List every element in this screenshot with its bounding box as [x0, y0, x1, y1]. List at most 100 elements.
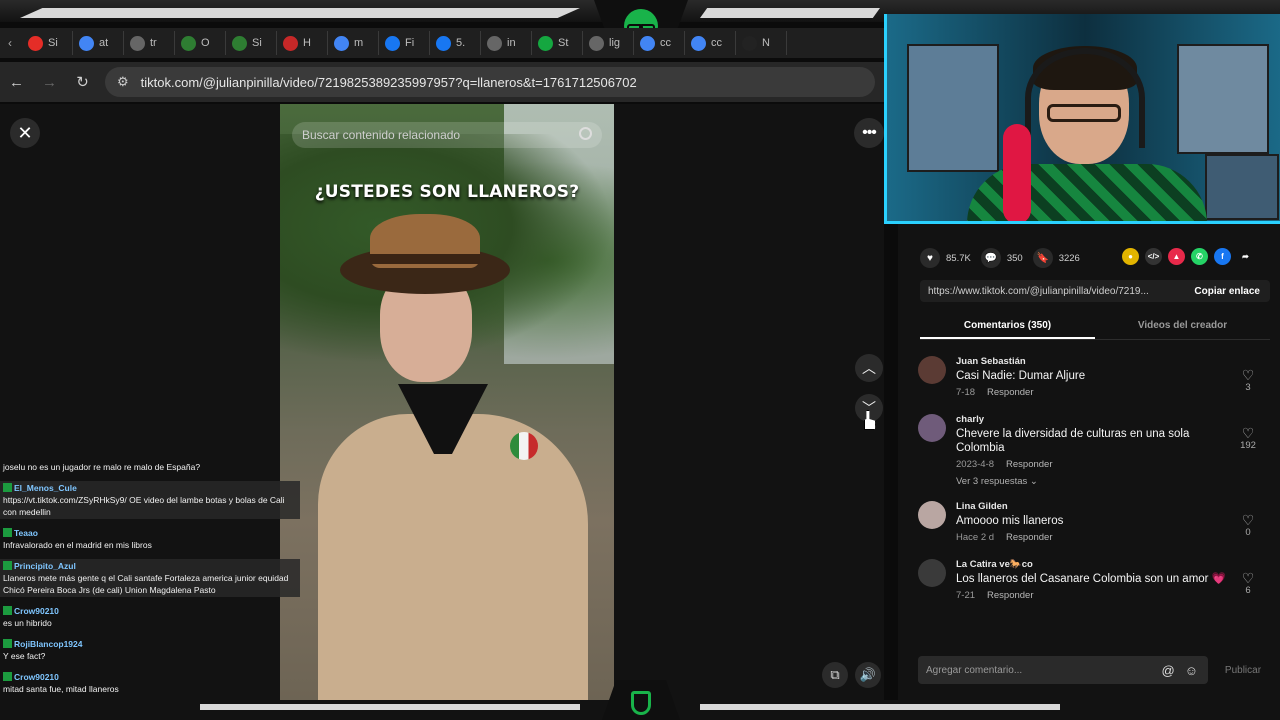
- mention-icon[interactable]: @: [1162, 663, 1175, 678]
- avatar[interactable]: [918, 356, 946, 384]
- emoji-icon[interactable]: ☺: [1185, 663, 1198, 678]
- comment-like-button[interactable]: ♡ 192: [1236, 426, 1260, 451]
- poster: [1205, 154, 1279, 220]
- site-settings-icon[interactable]: ⚙: [117, 74, 129, 90]
- send-icon[interactable]: ▲: [1168, 248, 1185, 265]
- tab-comments[interactable]: Comentarios (350): [920, 314, 1095, 339]
- chat-username-text: Principito_Azul: [14, 561, 76, 571]
- browser-tab[interactable]: O: [175, 31, 226, 55]
- more-options-button[interactable]: •••: [854, 118, 884, 148]
- publish-button[interactable]: Publicar: [1218, 656, 1268, 684]
- chat-username-text: Crow90210: [14, 672, 59, 682]
- video-link-url[interactable]: https://www.tiktok.com/@julianpinilla/vi…: [928, 286, 1149, 297]
- related-search-input[interactable]: Buscar contenido relacionado: [292, 122, 602, 148]
- search-icon[interactable]: [579, 127, 592, 140]
- save-count: 3226: [1058, 252, 1080, 264]
- google-icon: [334, 35, 349, 51]
- reply-button[interactable]: Responder: [987, 387, 1033, 398]
- reply-button[interactable]: Responder: [1006, 532, 1052, 543]
- comment-date: 2023-4-8: [956, 459, 995, 470]
- browser-tab[interactable]: St: [532, 31, 583, 55]
- reply-button[interactable]: Responder: [1006, 459, 1052, 470]
- globe-icon: [130, 35, 145, 51]
- add-comment-placeholder: Agregar comentario...: [926, 664, 1023, 676]
- chat-username[interactable]: Crow90210: [3, 671, 297, 683]
- tab-scroll-left-icon[interactable]: ‹: [8, 36, 22, 50]
- comment-like-button[interactable]: ♡ 3: [1236, 368, 1260, 393]
- chat-username[interactable]: Crow90210: [3, 605, 297, 617]
- chat-username[interactable]: El_Menos_Cule: [3, 482, 297, 494]
- coin-icon[interactable]: ●: [1122, 248, 1139, 265]
- chat-username-text: El_Menos_Cule: [14, 483, 77, 493]
- chat-text: Llaneros mete más gente q el Cali santaf…: [3, 573, 289, 595]
- comment-author[interactable]: La Catira ve🐎co: [956, 559, 1268, 570]
- comment-item: charly Chevere la diversidad de culturas …: [918, 414, 1268, 487]
- reply-button[interactable]: Responder: [987, 590, 1033, 601]
- chat-username[interactable]: Teaao: [3, 527, 297, 539]
- browser-tab[interactable]: in: [481, 31, 532, 55]
- video-person: [318, 214, 588, 700]
- previous-video-button[interactable]: ︿: [855, 354, 883, 382]
- stream-chat: joselu no es un jugador re malo re malo …: [0, 460, 300, 694]
- embed-icon[interactable]: </>: [1145, 248, 1162, 265]
- browser-tab[interactable]: lig: [583, 31, 634, 55]
- comment-like-button[interactable]: ♡ 0: [1236, 513, 1260, 538]
- browser-tab[interactable]: tr: [124, 31, 175, 55]
- fr-icon: [181, 35, 196, 51]
- browser-tab-label: Si: [252, 37, 262, 49]
- comment-like-button[interactable]: ♡ 6: [1236, 571, 1260, 596]
- pip-button[interactable]: ⧉: [822, 662, 848, 688]
- like-action[interactable]: ♥ 85.7K: [920, 248, 971, 268]
- browser-tab[interactable]: H: [277, 31, 328, 55]
- chat-username[interactable]: Principito_Azul: [3, 560, 297, 572]
- tab-creator-videos[interactable]: Videos del creador: [1095, 314, 1270, 339]
- view-replies-button[interactable]: Ver 3 respuestas ⌄: [956, 476, 1268, 487]
- forward-icon[interactable]: ➦: [1237, 248, 1254, 265]
- comment-author[interactable]: Juan Sebastián: [956, 356, 1268, 367]
- speaker-icon: 🔊: [859, 667, 877, 682]
- share-icons: ● </> ▲ ✆ f ➦: [1122, 248, 1254, 265]
- back-arrow-icon[interactable]: ←: [0, 74, 33, 91]
- address-bar[interactable]: ⚙ tiktok.com/@julianpinilla/video/721982…: [105, 67, 875, 97]
- address-url: tiktok.com/@julianpinilla/video/72198253…: [140, 74, 637, 90]
- heart-icon: ♡: [1241, 425, 1255, 441]
- browser-tab[interactable]: Si: [22, 31, 73, 55]
- forward-arrow-icon[interactable]: →: [33, 74, 66, 91]
- browser-tab[interactable]: Fi: [379, 31, 430, 55]
- close-video-button[interactable]: ✕: [10, 118, 40, 148]
- avatar[interactable]: [918, 414, 946, 442]
- video-player[interactable]: ¿USTEDES SON LLANEROS?: [280, 104, 614, 700]
- browser-tab[interactable]: m: [328, 31, 379, 55]
- like-count: 85.7K: [946, 252, 971, 264]
- copy-link-button[interactable]: Copiar enlace: [1194, 286, 1260, 297]
- comment-author[interactable]: Lina Gilden: [956, 501, 1268, 512]
- browser-tab-label: at: [99, 37, 109, 49]
- browser-tab[interactable]: Si: [226, 31, 277, 55]
- chat-username[interactable]: RojiBlancop1924: [3, 638, 297, 650]
- chevron-up-icon: ︿: [862, 360, 876, 376]
- reload-icon[interactable]: ↻: [66, 73, 99, 91]
- browser-tab[interactable]: at: [73, 31, 124, 55]
- chat-message: Crow90210 mitad santa fue, mitad llaneros: [0, 670, 300, 696]
- avatar[interactable]: [918, 559, 946, 587]
- browser-tab[interactable]: N: [736, 31, 787, 55]
- whatsapp-icon[interactable]: ✆: [1191, 248, 1208, 265]
- avatar[interactable]: [918, 501, 946, 529]
- chat-message: Teaao Infravalorado en el madrid en mis l…: [0, 526, 300, 552]
- facebook-icon[interactable]: f: [1214, 248, 1231, 265]
- kick-icon: [538, 35, 553, 51]
- comment-item: La Catira ve🐎co Los llaneros del Casanare…: [918, 559, 1268, 603]
- pip-icon: ⧉: [830, 667, 840, 682]
- volume-button[interactable]: 🔊: [855, 662, 881, 688]
- browser-tab[interactable]: cc: [685, 31, 736, 55]
- engagement-actions: ♥ 85.7K 💬 350 🔖 3226: [920, 248, 1080, 268]
- chat-text: joselu no es un jugador re malo re malo …: [3, 462, 201, 472]
- google-icon: [640, 35, 655, 51]
- heart-icon: ♡: [1241, 512, 1255, 528]
- comment-action[interactable]: 💬 350: [980, 248, 1023, 268]
- browser-tab[interactable]: 5.: [430, 31, 481, 55]
- comment-author[interactable]: charly: [956, 414, 1268, 425]
- browser-tab[interactable]: cc: [634, 31, 685, 55]
- save-action[interactable]: 🔖 3226: [1032, 248, 1080, 268]
- add-comment-input[interactable]: Agregar comentario... @ ☺: [918, 656, 1208, 684]
